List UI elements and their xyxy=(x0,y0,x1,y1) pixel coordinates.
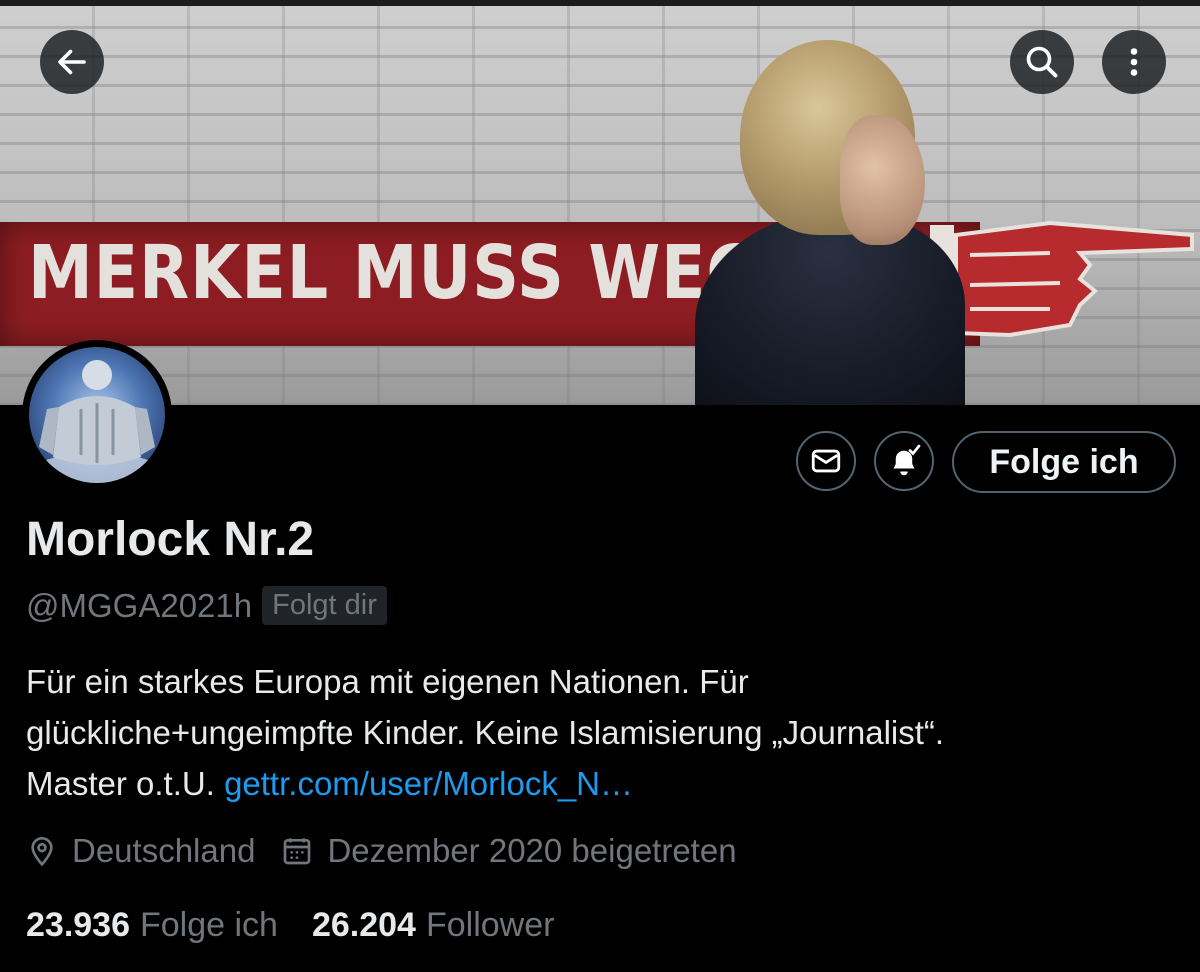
silver-figure-graphic xyxy=(29,360,165,483)
bio-line: glückliche+ungeimpfte Kinder. Keine Isla… xyxy=(26,714,945,751)
avatar-image xyxy=(29,347,165,483)
message-button[interactable] xyxy=(796,431,856,491)
followers-label: Follower xyxy=(425,906,555,944)
calendar-icon xyxy=(284,838,311,865)
bio-line-text: Master o.t.U. xyxy=(26,765,225,802)
location-text: Deutschland xyxy=(72,832,256,869)
more-options-button[interactable] xyxy=(1102,30,1166,94)
location-pin-icon xyxy=(31,837,53,867)
envelope-icon xyxy=(811,449,841,473)
following-label: Folge ich xyxy=(140,906,278,944)
notifications-button[interactable] xyxy=(874,431,934,491)
more-vertical-icon xyxy=(1130,48,1138,76)
person-coat xyxy=(695,210,965,405)
arrow-left-icon xyxy=(58,49,86,75)
search-button[interactable] xyxy=(1010,30,1074,94)
profile-stats: 23.936 Folge ich 26.204 Follower xyxy=(26,906,588,945)
following-button[interactable]: Folge ich xyxy=(952,431,1176,493)
bio-link[interactable]: gettr.com/user/Morlock_N… xyxy=(224,765,633,802)
avatar[interactable] xyxy=(22,340,172,490)
joined-item: Dezember 2020 beigetreten xyxy=(281,832,737,870)
followers-count: 26.204 xyxy=(311,906,416,944)
person-face xyxy=(840,115,925,245)
location-item: Deutschland xyxy=(26,832,255,870)
profile-bio: Für ein starkes Europa mit eigenen Natio… xyxy=(26,656,1186,809)
profile-handle: @MGGA2021h xyxy=(26,586,253,624)
handle-row: @MGGA2021h Folgt dir xyxy=(26,586,387,625)
banner-person xyxy=(690,30,990,405)
following-count: 23.936 xyxy=(26,906,130,944)
followers-stat[interactable]: 26.204 Follower xyxy=(312,906,554,945)
banner-top-edge xyxy=(0,0,1200,6)
bio-line: Master o.t.U. gettr.com/user/Morlock_N… xyxy=(26,758,1186,809)
following-stat[interactable]: 23.936 Folge ich xyxy=(26,906,278,945)
banner-sign-text: MERKEL MUSS WEG xyxy=(28,230,761,316)
joined-text: Dezember 2020 beigetreten xyxy=(327,832,737,869)
follows-you-badge: Folgt dir xyxy=(262,586,387,625)
bio-line: Für ein starkes Europa mit eigenen Natio… xyxy=(26,663,749,700)
profile-meta: Deutschland Dezember 2020 beigetreten xyxy=(26,832,737,870)
search-icon xyxy=(1026,46,1058,78)
back-button[interactable] xyxy=(40,30,104,94)
bell-check-icon xyxy=(893,444,921,476)
profile-name: Morlock Nr.2 xyxy=(26,513,315,566)
